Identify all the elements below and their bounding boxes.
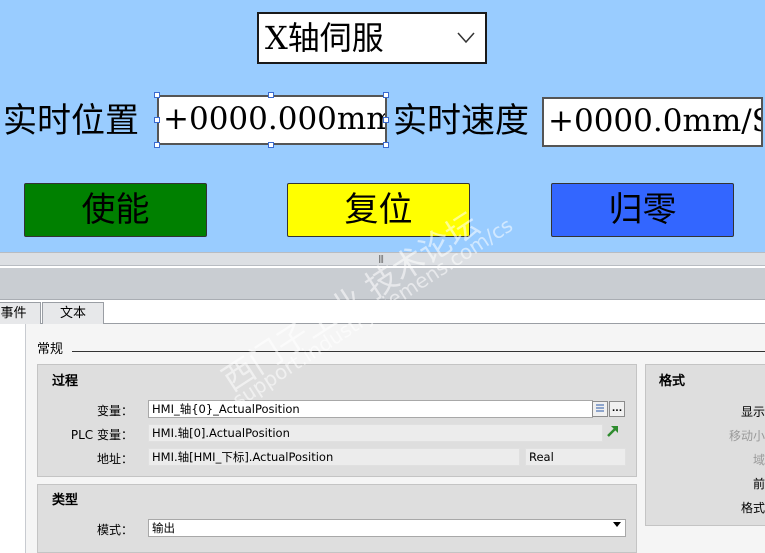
tab-events[interactable]: 事件 <box>0 302 41 324</box>
selection-handle[interactable] <box>154 92 160 98</box>
variable-field[interactable]: HMI_轴{0}_ActualPosition <box>148 400 593 418</box>
type-panel-title: 类型 <box>52 493 79 508</box>
plc-variable-label: PLC 变量： <box>70 428 133 442</box>
list-icon <box>596 404 604 412</box>
selection-handle[interactable] <box>268 142 274 148</box>
format-field-label: 域 <box>752 453 765 467</box>
section-divider <box>72 351 765 352</box>
actual-position-label: 实时位置 <box>3 101 139 141</box>
inspector-left-nav[interactable] <box>0 324 26 553</box>
format-panel-title: 格式 <box>659 374 686 389</box>
mode-dropdown-button[interactable] <box>609 520 625 536</box>
home-button[interactable]: 归零 <box>551 183 734 237</box>
selection-handle[interactable] <box>383 92 389 98</box>
variable-label: 变量： <box>96 404 133 418</box>
actual-speed-label: 实时速度 <box>393 101 529 141</box>
section-general-title: 常规 <box>37 342 64 357</box>
plc-variable-field: HMI.轴[0].ActualPosition <box>148 424 603 442</box>
enable-button[interactable]: 使能 <box>24 183 207 237</box>
tab-text[interactable]: 文本 <box>42 302 104 324</box>
format-display-label: 显示 <box>740 405 765 419</box>
selection-handle[interactable] <box>383 142 389 148</box>
axis-select-dropdown[interactable]: X轴伺服 <box>257 12 487 64</box>
address-datatype: Real <box>525 448 626 466</box>
selection-handle[interactable] <box>383 117 389 123</box>
process-panel-title: 过程 <box>52 374 79 389</box>
address-label: 地址： <box>96 452 133 466</box>
selection-handle[interactable] <box>154 117 160 123</box>
format-pattern-label: 格式 <box>740 501 765 515</box>
format-leading-label: 前 <box>752 477 765 491</box>
actual-speed-field[interactable]: +0000.0mm/S <box>542 97 763 147</box>
selection-handle[interactable] <box>154 142 160 148</box>
mode-label: 模式： <box>96 523 133 537</box>
variable-list-button[interactable] <box>592 401 608 417</box>
chevron-down-icon <box>613 522 621 527</box>
axis-select-value: X轴伺服 <box>265 19 384 57</box>
selection-handle[interactable] <box>268 92 274 98</box>
variable-browse-button[interactable]: ... <box>609 401 625 417</box>
address-field: HMI.轴[HMI_下标].ActualPosition <box>148 448 520 466</box>
mode-select[interactable]: 输出 <box>148 519 626 537</box>
format-shift-label: 移动小 <box>728 429 765 443</box>
chevron-down-icon <box>457 32 475 44</box>
actual-position-field[interactable]: +0000.000mm <box>157 95 387 145</box>
goto-arrow-icon[interactable] <box>606 424 620 438</box>
